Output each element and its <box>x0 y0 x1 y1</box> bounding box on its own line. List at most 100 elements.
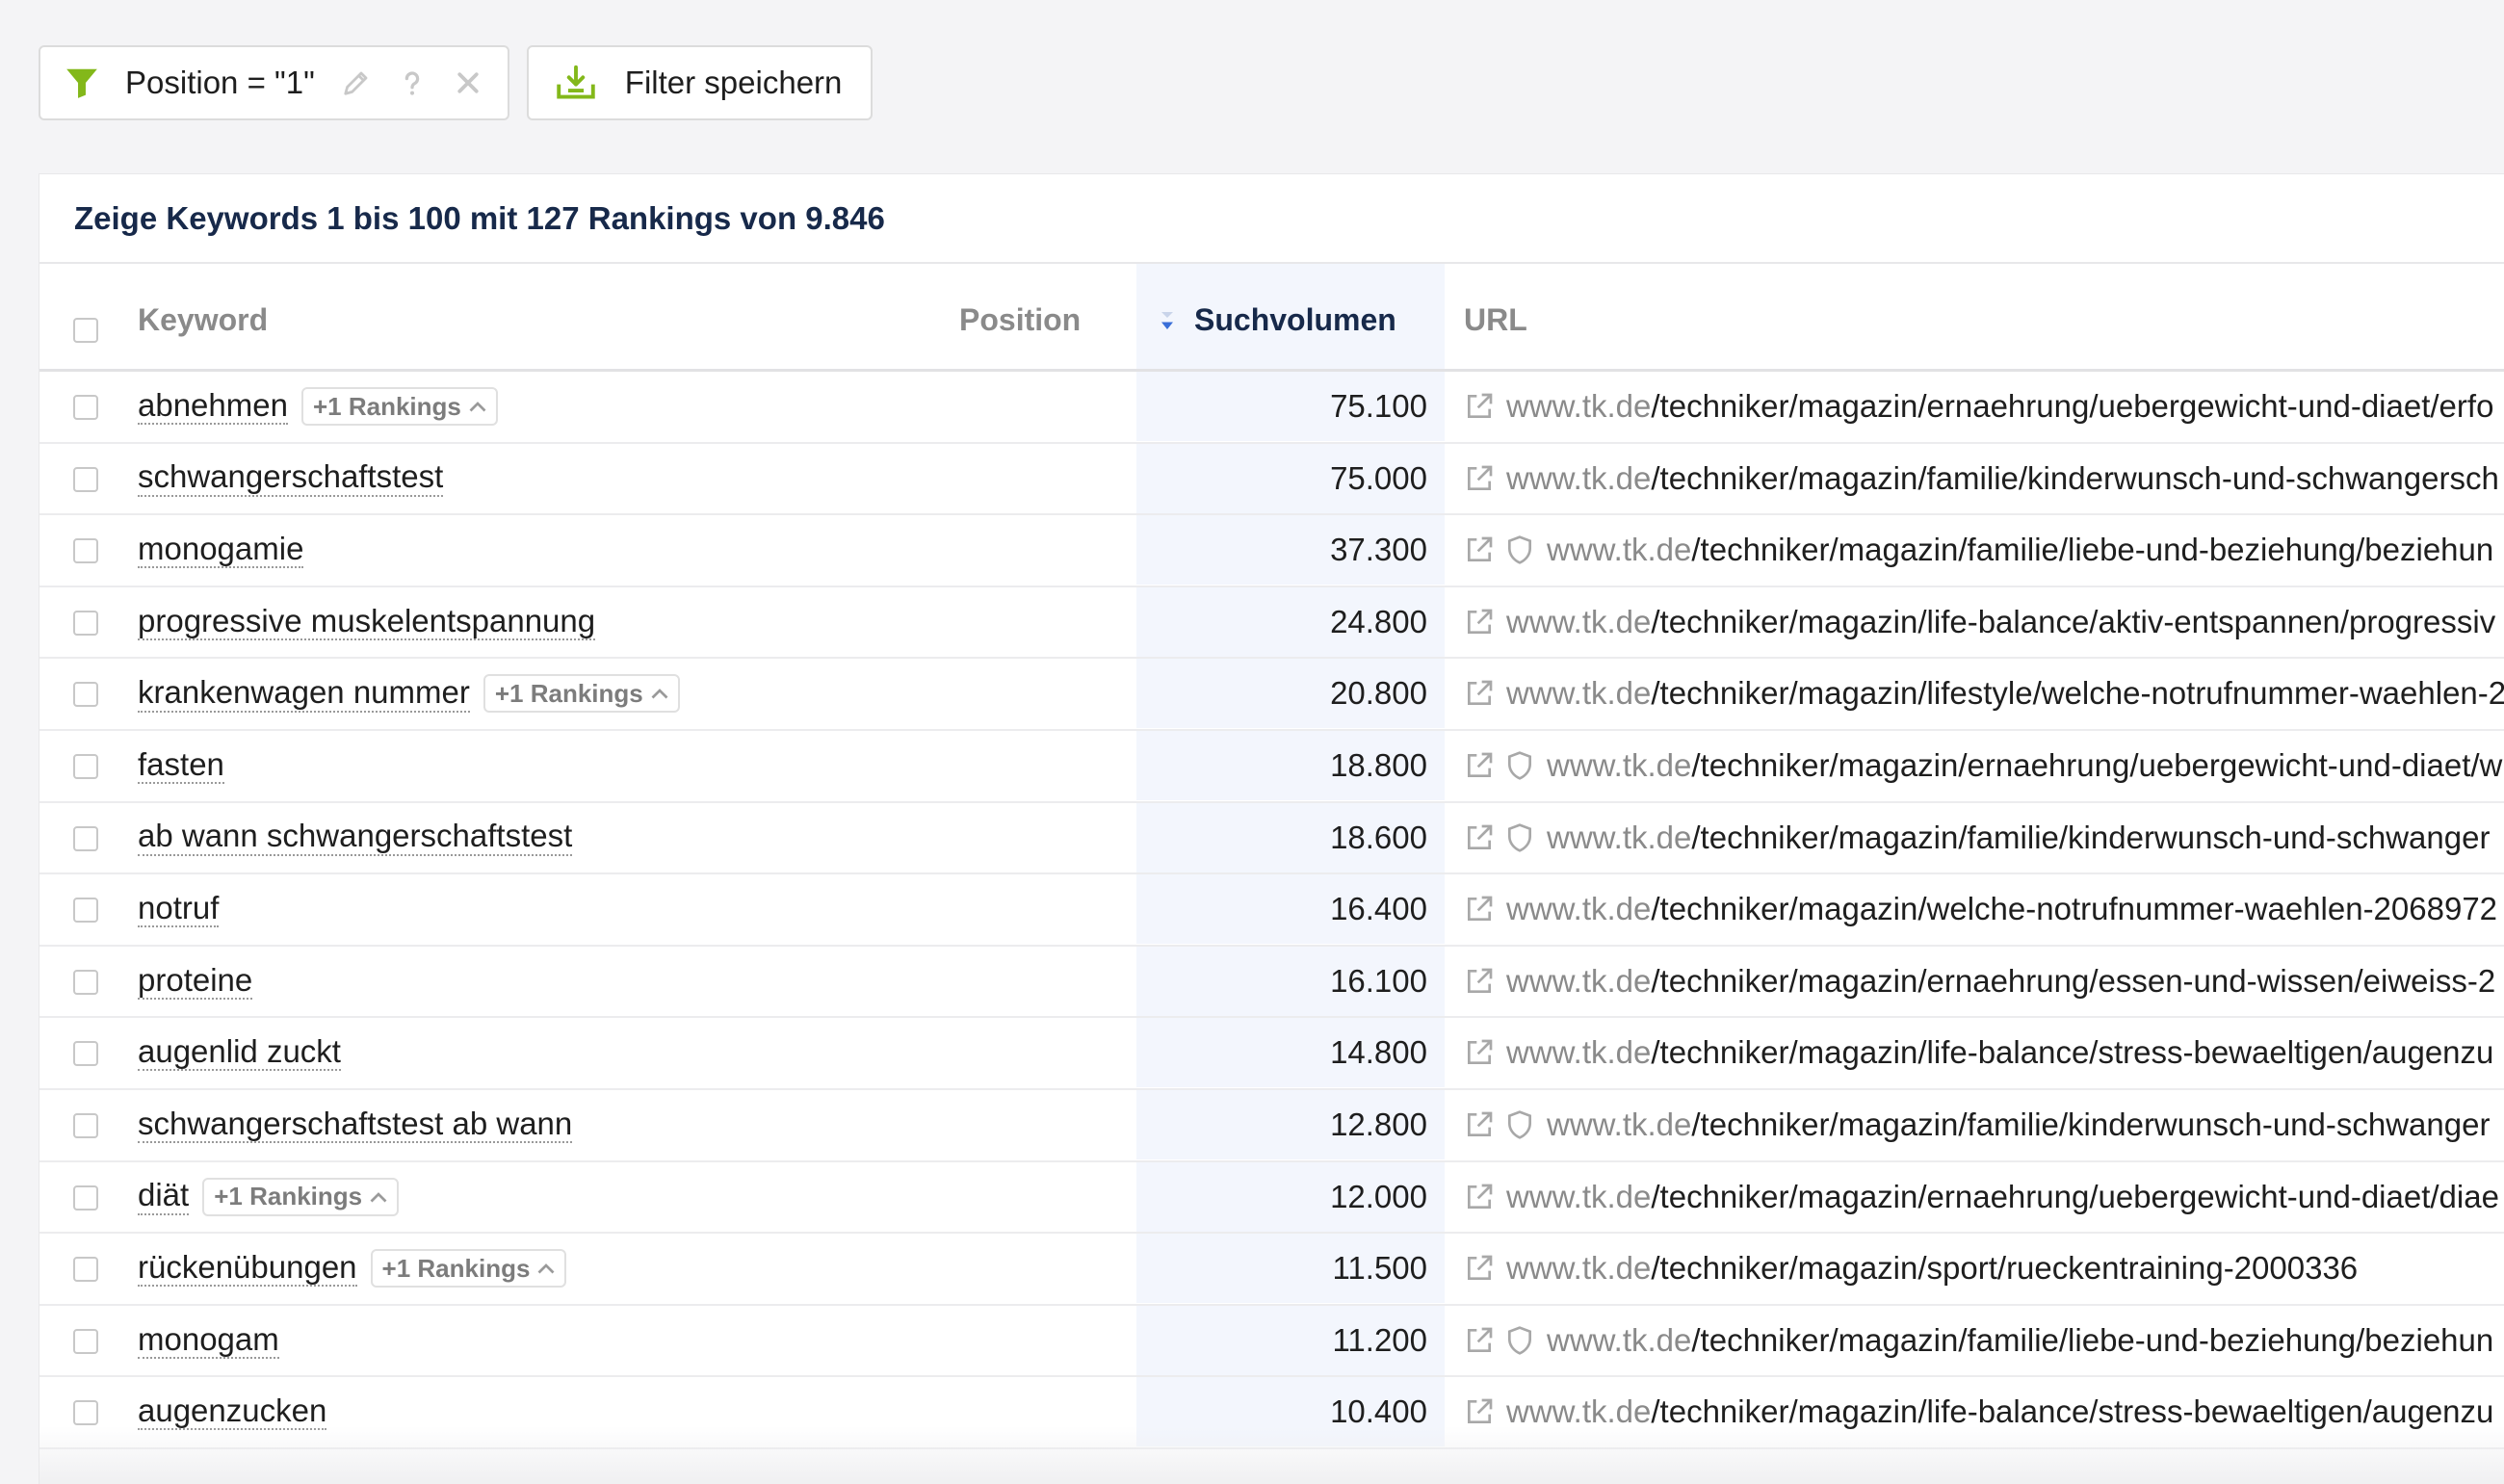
url-cell: www.tk.de/techniker/magazin/familie/kind… <box>1464 444 2499 513</box>
keyword-cell: schwangerschaftstest ab wann <box>138 1090 573 1159</box>
url-link[interactable]: www.tk.de/techniker/magazin/ernaehrung/u… <box>1547 747 2502 784</box>
url-cell: www.tk.de/techniker/magazin/lifestyle/we… <box>1464 659 2504 728</box>
keyword-link[interactable]: progressive muskelentspannung <box>138 603 596 640</box>
row-checkbox[interactable] <box>73 395 98 420</box>
row-checkbox[interactable] <box>73 969 98 995</box>
column-header-keyword[interactable]: Keyword <box>138 302 268 338</box>
volume-cell: 75.000 <box>1136 443 1445 513</box>
external-link-icon[interactable] <box>1464 1325 1495 1356</box>
keyword-link[interactable]: rückenübungen <box>138 1249 357 1288</box>
keyword-link[interactable]: diät <box>138 1178 190 1215</box>
row-checkbox[interactable] <box>73 466 98 492</box>
keyword-cell: proteine <box>138 947 253 1016</box>
row-checkbox[interactable] <box>73 1328 98 1354</box>
column-header-position[interactable]: Position <box>959 302 1081 338</box>
url-link[interactable]: www.tk.de/techniker/magazin/familie/kind… <box>1547 820 2490 856</box>
row-checkbox[interactable] <box>73 753 98 779</box>
keyword-link[interactable]: ab wann schwangerschaftstest <box>138 819 573 856</box>
url-link[interactable]: www.tk.de/techniker/magazin/life-balance… <box>1506 1034 2493 1071</box>
url-cell: www.tk.de/techniker/magazin/ernaehrung/e… <box>1464 947 2495 1016</box>
external-link-icon[interactable] <box>1464 1109 1495 1140</box>
url-link[interactable]: www.tk.de/techniker/magazin/familie/lieb… <box>1547 1322 2493 1359</box>
url-link[interactable]: www.tk.de/techniker/magazin/ernaehrung/u… <box>1506 388 2493 425</box>
keyword-link[interactable]: schwangerschaftstest <box>138 459 444 497</box>
keyword-link[interactable]: fasten <box>138 746 224 785</box>
row-checkbox[interactable] <box>73 1041 98 1067</box>
row-checkbox[interactable] <box>73 898 98 924</box>
row-checkbox[interactable] <box>73 1400 98 1426</box>
more-rankings-badge[interactable]: +1 Rankings <box>300 387 498 426</box>
external-link-icon[interactable] <box>1464 894 1495 924</box>
url-link[interactable]: www.tk.de/techniker/magazin/life-balance… <box>1506 1393 2493 1430</box>
url-link[interactable]: www.tk.de/techniker/magazin/sport/ruecke… <box>1506 1250 2358 1287</box>
keyword-cell: augenlid zuckt <box>138 1018 341 1087</box>
url-domain: www.tk.de <box>1506 1178 1652 1214</box>
keyword-link[interactable]: abnehmen <box>138 387 288 426</box>
keyword-link[interactable]: monogamie <box>138 531 304 569</box>
filter-help-button[interactable] <box>398 68 427 97</box>
url-link[interactable]: www.tk.de/techniker/magazin/lifestyle/we… <box>1506 675 2504 712</box>
active-filter-chip[interactable]: Position = "1" <box>39 45 509 120</box>
filter-label: Position = "1" <box>125 65 315 100</box>
url-cell: www.tk.de/techniker/magazin/sport/ruecke… <box>1464 1234 2358 1303</box>
url-cell: www.tk.de/techniker/magazin/life-balance… <box>1464 587 2495 657</box>
row-checkbox[interactable] <box>73 825 98 851</box>
column-header-url[interactable]: URL <box>1464 302 1527 338</box>
keyword-link[interactable]: augenlid zuckt <box>138 1033 341 1072</box>
external-link-icon[interactable] <box>1464 750 1495 781</box>
keyword-cell: rückenübungen +1 Rankings <box>138 1234 567 1303</box>
external-link-icon[interactable] <box>1464 678 1495 709</box>
keyword-link[interactable]: notruf <box>138 890 220 928</box>
url-domain: www.tk.de <box>1506 1393 1652 1430</box>
remove-filter-button[interactable] <box>454 68 483 97</box>
url-link[interactable]: www.tk.de/techniker/magazin/life-balance… <box>1506 604 2495 640</box>
url-cell: www.tk.de/techniker/magazin/familie/kind… <box>1464 803 2490 872</box>
external-link-icon[interactable] <box>1464 1182 1495 1212</box>
more-rankings-badge[interactable]: +1 Rankings <box>483 674 680 714</box>
url-link[interactable]: www.tk.de/techniker/magazin/familie/kind… <box>1547 1106 2490 1143</box>
select-all-checkbox[interactable] <box>73 318 98 343</box>
url-path: /techniker/magazin/ernaehrung/uebergewic… <box>1651 1178 2499 1214</box>
url-cell: www.tk.de/techniker/magazin/familie/lieb… <box>1464 1306 2493 1375</box>
keyword-link[interactable]: augenzucken <box>138 1393 327 1431</box>
row-checkbox[interactable] <box>73 538 98 564</box>
url-link[interactable]: www.tk.de/techniker/magazin/familie/kind… <box>1506 460 2499 497</box>
external-link-icon[interactable] <box>1464 391 1495 422</box>
url-link[interactable]: www.tk.de/techniker/magazin/ernaehrung/e… <box>1506 963 2495 1000</box>
external-link-icon[interactable] <box>1464 607 1495 638</box>
url-link[interactable]: www.tk.de/techniker/magazin/ernaehrung/u… <box>1506 1179 2499 1215</box>
keyword-link[interactable]: proteine <box>138 962 253 1000</box>
url-link[interactable]: www.tk.de/techniker/magazin/welche-notru… <box>1506 891 2497 927</box>
table-row: schwangerschaftstest ab wann 1 12.800 ww… <box>39 1089 2504 1162</box>
volume-cell: 11.200 <box>1136 1305 1445 1375</box>
url-link[interactable]: www.tk.de/techniker/magazin/familie/lieb… <box>1547 532 2493 568</box>
keyword-link[interactable]: schwangerschaftstest ab wann <box>138 1106 573 1144</box>
more-rankings-label: +1 Rankings <box>381 1253 531 1283</box>
column-header-suchvolumen[interactable]: Suchvolumen <box>1194 302 1396 338</box>
table-row: augenzucken 1 10.400 www.tk.de/techniker… <box>39 1377 2504 1449</box>
volume-cell: 20.800 <box>1136 659 1445 729</box>
row-checkbox[interactable] <box>73 610 98 636</box>
save-filter-button[interactable]: Filter speichern <box>526 45 874 120</box>
external-link-icon[interactable] <box>1464 1253 1495 1284</box>
external-link-icon[interactable] <box>1464 534 1495 565</box>
edit-filter-button[interactable] <box>342 68 371 97</box>
more-rankings-badge[interactable]: +1 Rankings <box>370 1249 567 1289</box>
volume-cell: 14.800 <box>1136 1018 1445 1088</box>
row-checkbox[interactable] <box>73 1185 98 1211</box>
external-link-icon[interactable] <box>1464 822 1495 853</box>
keyword-link[interactable]: krankenwagen nummer <box>138 674 470 713</box>
save-filter-label: Filter speichern <box>624 65 843 100</box>
url-cell: www.tk.de/techniker/magazin/ernaehrung/u… <box>1464 372 2493 441</box>
shield-icon <box>1508 1325 1531 1355</box>
external-link-icon[interactable] <box>1464 1037 1495 1068</box>
row-checkbox[interactable] <box>73 1257 98 1283</box>
external-link-icon[interactable] <box>1464 966 1495 997</box>
external-link-icon[interactable] <box>1464 463 1495 494</box>
more-rankings-badge[interactable]: +1 Rankings <box>202 1177 400 1216</box>
row-checkbox[interactable] <box>73 682 98 708</box>
keyword-link[interactable]: monogam <box>138 1321 279 1359</box>
volume-cell: 75.100 <box>1136 372 1445 441</box>
external-link-icon[interactable] <box>1464 1396 1495 1427</box>
row-checkbox[interactable] <box>73 1112 98 1138</box>
